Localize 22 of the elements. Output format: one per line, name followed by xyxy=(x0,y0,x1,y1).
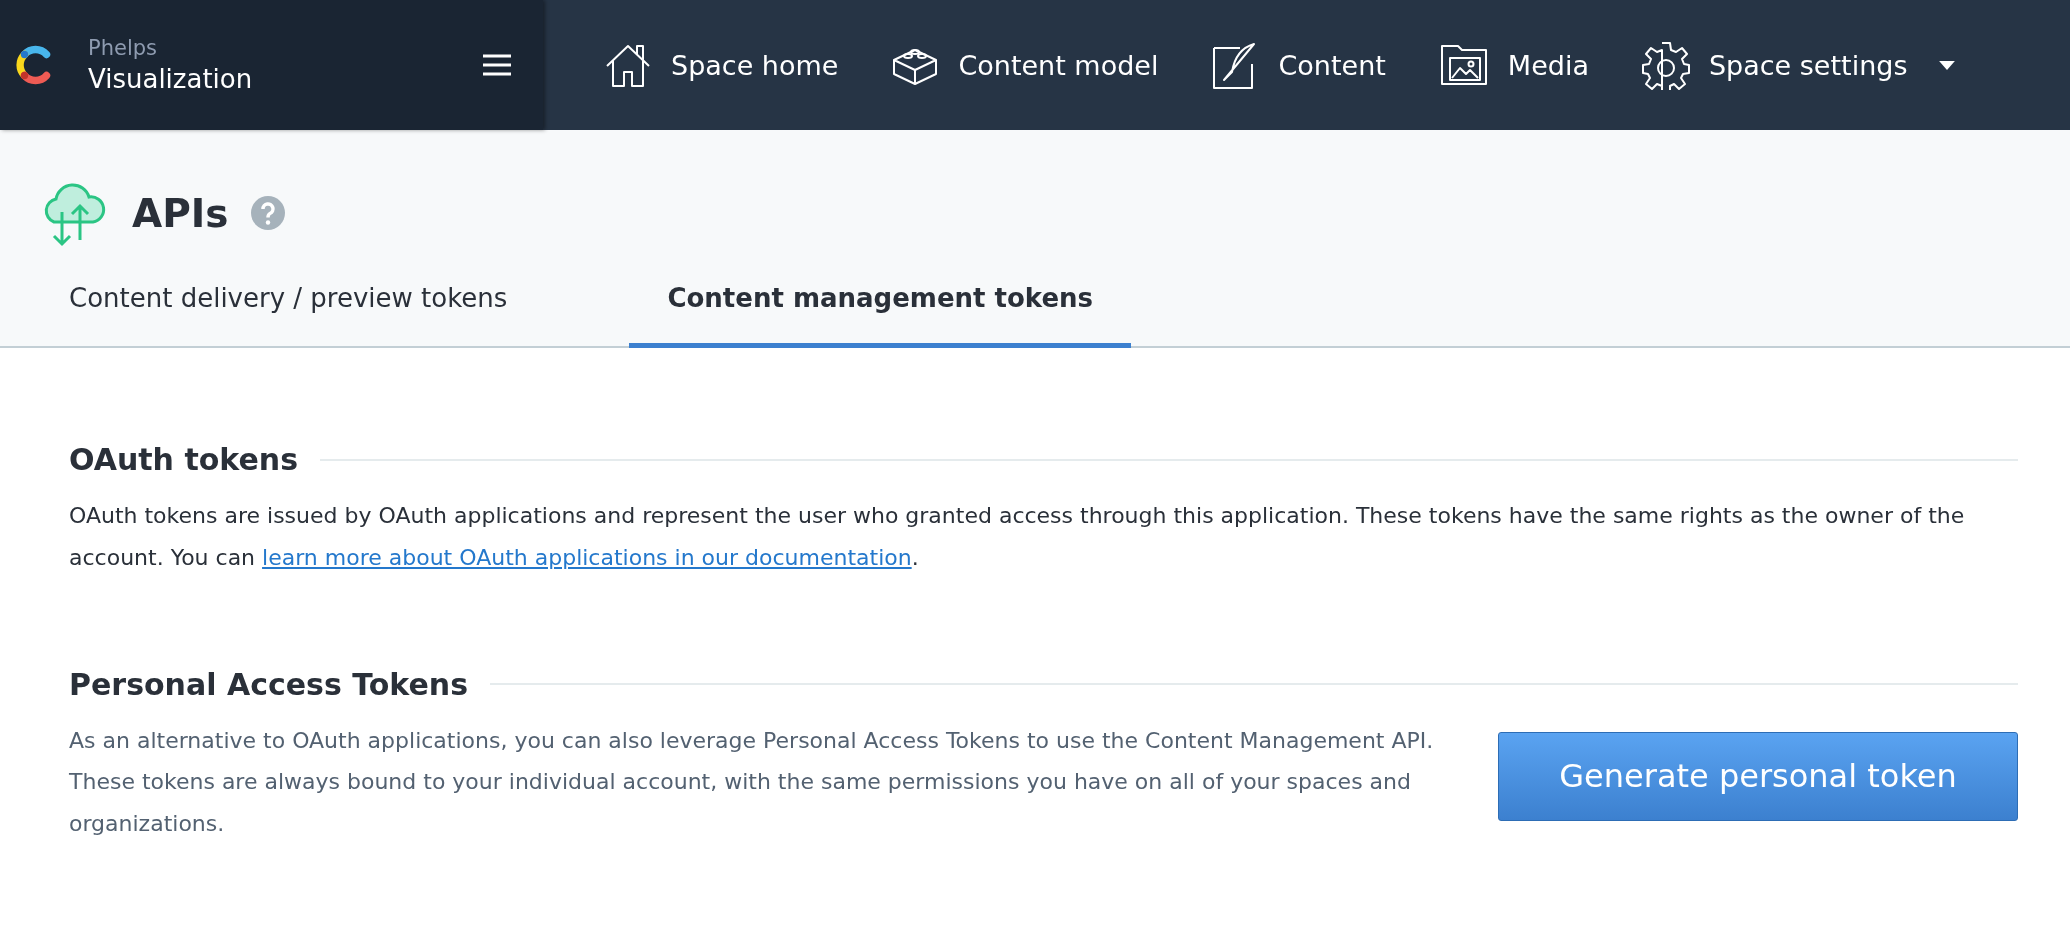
paragraph: OAuth tokens are issued by OAuth applications and represent the user who granted access through this application. These tokens have the same rights as the owner of the account. You can learn more about OAuth applications in our documentation. xyxy=(69,502,1966,572)
nav-label: Space home xyxy=(671,49,839,81)
nav-item[interactable]: Media xyxy=(1437,40,1589,90)
section-heading: OAuth tokens xyxy=(69,442,299,477)
space-name: Visualization xyxy=(88,64,254,94)
paragraph: As an alternative to OAuth applications, you can also leverage Personal Access Tokens to use the Content Management API. These tokens are always bound to your individual account, with the same permissions you have on all of your spaces and organizations. xyxy=(69,726,1435,839)
page-title: APIs xyxy=(132,190,229,236)
nav-label: Content xyxy=(1278,49,1386,81)
section-heading: Personal Access Tokens xyxy=(69,666,468,702)
gear-icon xyxy=(1640,40,1691,90)
nav-item[interactable]: Space home xyxy=(603,40,839,90)
nav-item[interactable]: Content xyxy=(1210,40,1386,90)
tab[interactable]: Content delivery / preview tokens xyxy=(29,265,548,348)
nav-label: Content model xyxy=(958,49,1159,81)
menu-icon[interactable] xyxy=(483,54,511,76)
nav-label: Media xyxy=(1507,49,1589,81)
organization-name: Phelps xyxy=(88,36,158,60)
tab[interactable]: Content management tokens xyxy=(629,265,1132,348)
nav-item[interactable]: Content model xyxy=(890,40,1159,90)
documentation-link[interactable]: learn more about OAuth applications in our documentation xyxy=(262,544,912,570)
nav-label: Space settings xyxy=(1708,49,1908,81)
nav-item[interactable]: Space settings xyxy=(1640,40,1956,90)
